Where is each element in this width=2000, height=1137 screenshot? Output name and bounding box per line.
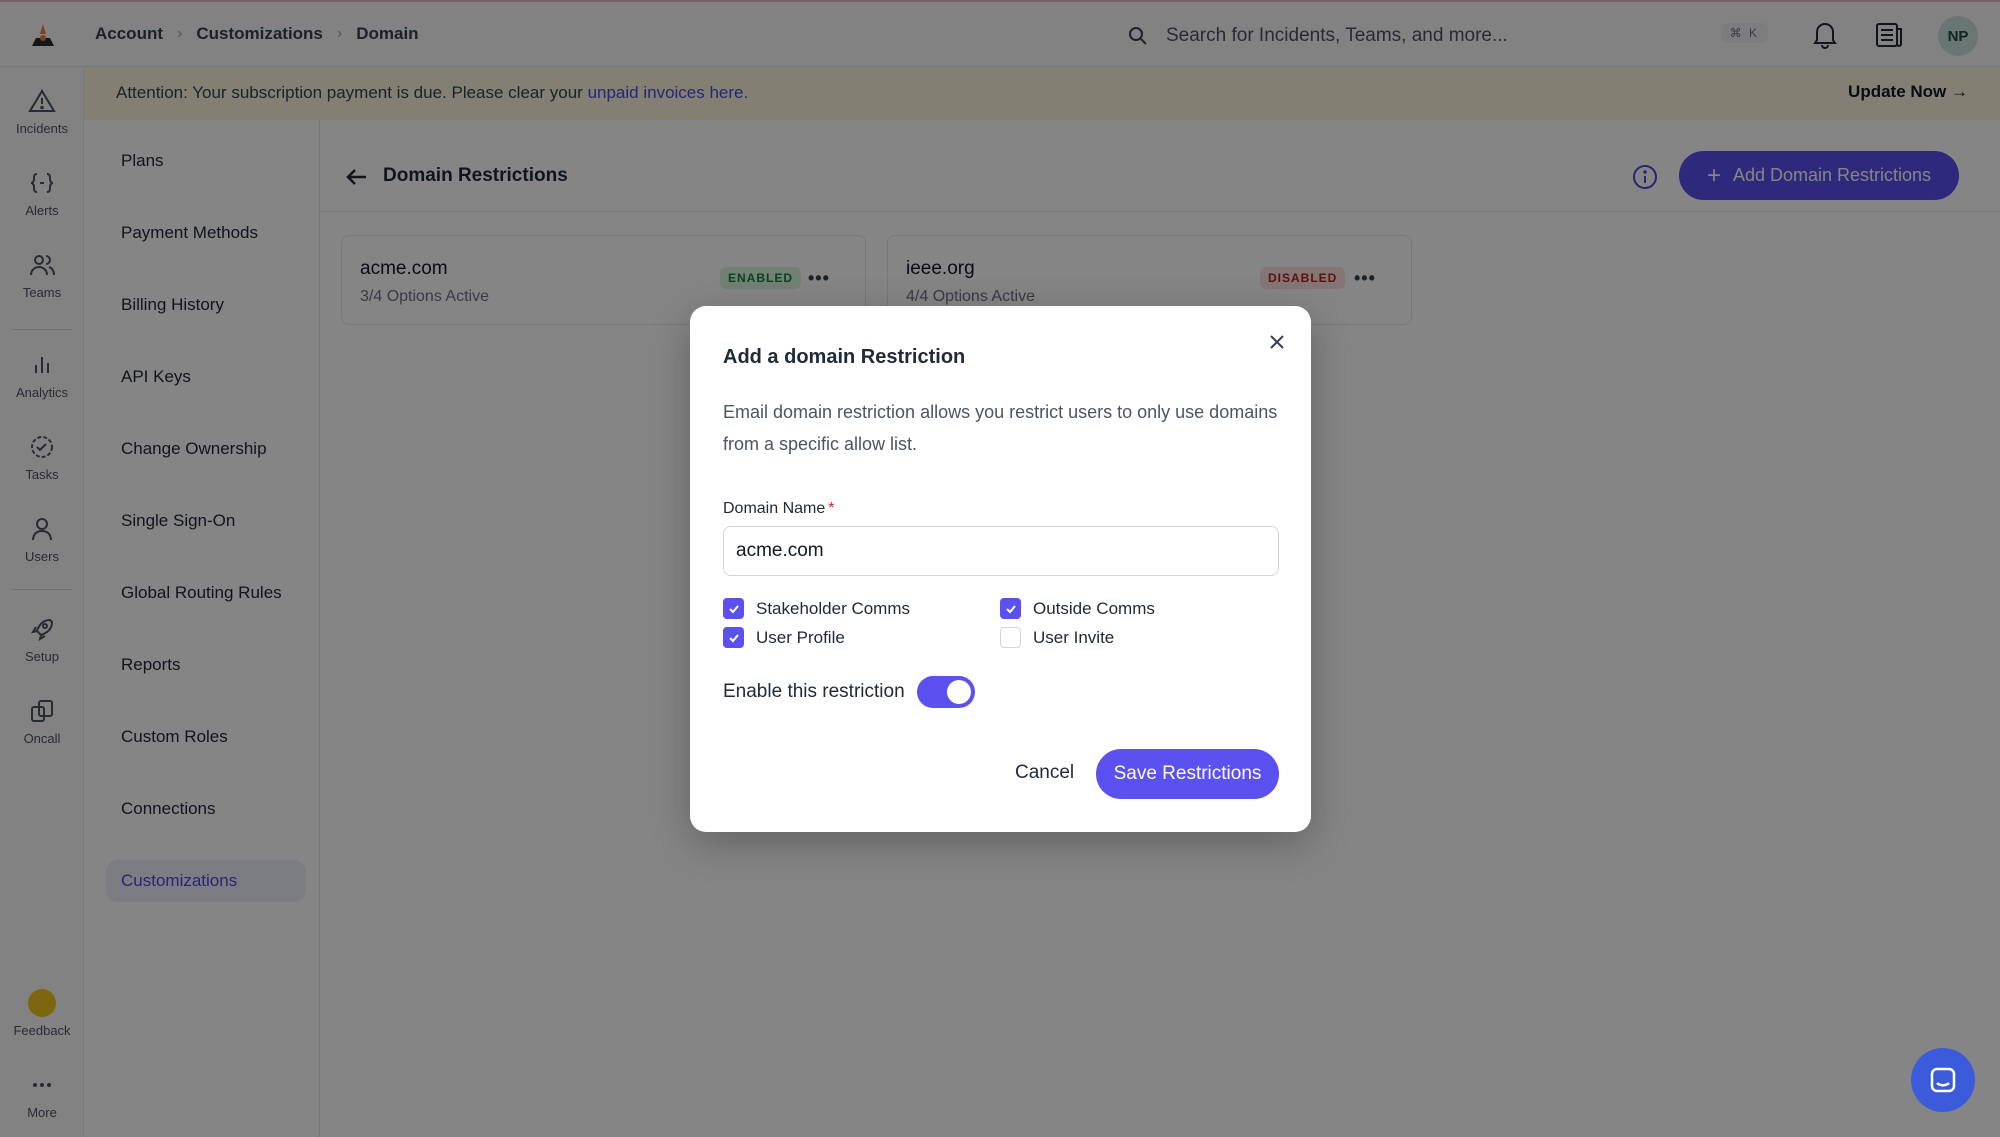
toggle-knob: [946, 680, 971, 704]
domain-name-label: Domain Name *: [723, 500, 835, 517]
checkbox-user-invite[interactable]: User Invite: [1000, 627, 1114, 648]
checkbox-checked[interactable]: [723, 598, 744, 619]
enable-restriction-toggle[interactable]: [916, 676, 975, 708]
add-domain-restriction-modal: Add a domain Restriction Email domain re…: [690, 306, 1311, 832]
chat-icon: [1930, 1067, 1956, 1093]
checkmark-icon: [728, 633, 739, 642]
domain-name-input[interactable]: [723, 526, 1279, 576]
required-marker: *: [828, 500, 835, 517]
checkbox-stakeholder-comms[interactable]: Stakeholder Comms: [723, 598, 910, 619]
save-restrictions-button[interactable]: Save Restrictions: [1096, 749, 1279, 799]
enable-restriction-row: Enable this restriction: [723, 676, 975, 708]
close-icon[interactable]: [1267, 332, 1287, 352]
checkbox-checked[interactable]: [1000, 598, 1021, 619]
modal-description: Email domain restriction allows you rest…: [723, 402, 1278, 454]
toggle-label: Enable this restriction: [723, 681, 905, 702]
modal-title: Add a domain Restriction: [723, 346, 966, 368]
checkmark-icon: [728, 604, 739, 613]
checkbox-checked[interactable]: [723, 627, 744, 648]
checkmark-icon: [1005, 604, 1016, 613]
chat-support-button[interactable]: [1911, 1048, 1975, 1112]
checkbox-outside-comms[interactable]: Outside Comms: [1000, 598, 1155, 619]
cancel-button[interactable]: Cancel: [1015, 762, 1074, 784]
checkbox-user-profile[interactable]: User Profile: [723, 627, 845, 648]
checkbox-unchecked[interactable]: [1000, 627, 1021, 648]
